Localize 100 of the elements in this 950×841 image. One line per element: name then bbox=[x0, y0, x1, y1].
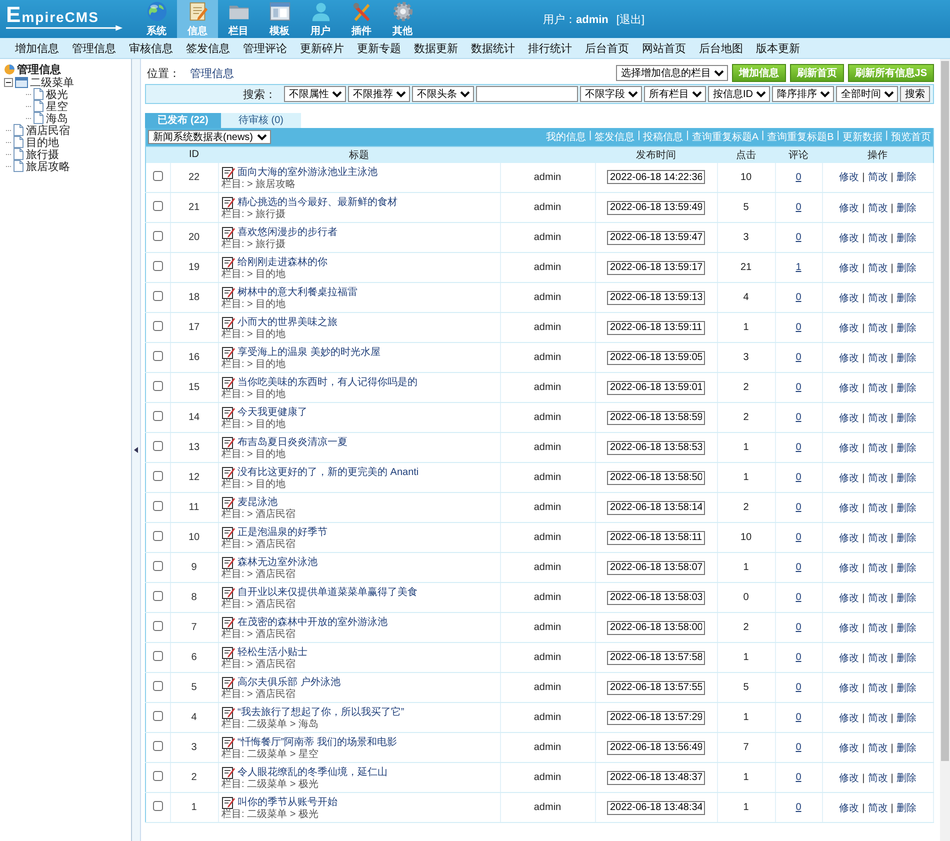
time-field[interactable]: 2022-06-18 13:59:11 bbox=[607, 320, 705, 334]
time-field[interactable]: 2022-06-18 13:57:29 bbox=[607, 710, 705, 724]
action-link[interactable]: 修改 bbox=[839, 772, 860, 784]
menu-link[interactable]: 管理信息 bbox=[72, 40, 116, 56]
time-field[interactable]: 2022-06-18 13:58:53 bbox=[607, 440, 705, 454]
action-link[interactable]: 删除 bbox=[896, 472, 916, 484]
comment-link[interactable]: 0 bbox=[796, 472, 802, 483]
action-link[interactable]: 简改 bbox=[868, 502, 888, 514]
time-field[interactable]: 2022-06-18 13:59:17 bbox=[607, 260, 705, 274]
title-link[interactable]: “忏悔餐厅”阿南蒂 我们的场景和电影 bbox=[238, 735, 397, 749]
action-link[interactable]: 删除 bbox=[896, 712, 916, 724]
comment-link[interactable]: 0 bbox=[796, 532, 802, 543]
action-link[interactable]: 删除 bbox=[896, 262, 916, 274]
action-link[interactable]: 删除 bbox=[896, 352, 916, 364]
time-field[interactable]: 2022-06-18 13:59:47 bbox=[607, 230, 705, 244]
comment-link[interactable]: 0 bbox=[796, 352, 802, 363]
time-field[interactable]: 2022-06-18 13:48:37 bbox=[607, 770, 705, 784]
nav-tab[interactable]: 模板 bbox=[259, 0, 300, 38]
action-link[interactable]: 删除 bbox=[896, 382, 916, 394]
menu-link[interactable]: 版本更新 bbox=[756, 40, 800, 56]
dropdown[interactable]: 不限属性 bbox=[284, 86, 346, 102]
title-link[interactable]: 小而大的世界美味之旅 bbox=[238, 315, 338, 329]
comment-link[interactable]: 0 bbox=[796, 292, 802, 303]
dropdown[interactable]: 按信息ID bbox=[708, 86, 770, 102]
comment-link[interactable]: 0 bbox=[796, 322, 802, 333]
action-link[interactable]: 简改 bbox=[868, 352, 888, 364]
action-link[interactable]: 修改 bbox=[839, 562, 860, 574]
row-checkbox[interactable] bbox=[152, 651, 163, 661]
toggle-icon[interactable] bbox=[4, 78, 13, 86]
comment-link[interactable]: 0 bbox=[796, 502, 802, 513]
action-link[interactable]: 删除 bbox=[896, 412, 916, 424]
tab[interactable]: 待审核 (0) bbox=[221, 113, 301, 128]
nav-tab[interactable]: 插件 bbox=[341, 0, 382, 38]
action-link[interactable]: 删除 bbox=[896, 622, 916, 634]
tree-item[interactable]: 目的地 bbox=[26, 134, 59, 150]
action-link[interactable]: 删除 bbox=[896, 172, 916, 184]
row-checkbox[interactable] bbox=[152, 681, 163, 691]
title-link[interactable]: 今天我更健康了 bbox=[238, 405, 308, 419]
title-link[interactable]: 喜欢悠闲漫步的步行者 bbox=[238, 225, 338, 239]
menu-link[interactable]: 后台首页 bbox=[585, 40, 629, 56]
title-link[interactable]: 精心挑选的当今最好、最新鲜的食材 bbox=[238, 195, 398, 209]
comment-link[interactable]: 0 bbox=[796, 382, 802, 393]
title-link[interactable]: 布吉岛夏日炎炎清凉一夏 bbox=[238, 435, 348, 449]
tree-item[interactable]: 二级菜单 bbox=[30, 74, 74, 90]
action-link[interactable]: 简改 bbox=[868, 682, 888, 694]
action-link[interactable]: 删除 bbox=[896, 292, 916, 304]
action-link[interactable]: 修改 bbox=[839, 232, 860, 244]
time-field[interactable]: 2022-06-18 13:59:49 bbox=[607, 200, 705, 214]
menu-link[interactable]: 数据统计 bbox=[471, 40, 515, 56]
time-field[interactable]: 2022-06-18 13:59:13 bbox=[607, 290, 705, 304]
action-link[interactable]: 修改 bbox=[839, 442, 860, 454]
action-link[interactable]: 修改 bbox=[839, 502, 860, 514]
title-link[interactable]: 树林中的意大利餐桌拉福雷 bbox=[238, 285, 358, 299]
action-link[interactable]: 删除 bbox=[896, 442, 916, 454]
action-link[interactable]: 简改 bbox=[868, 622, 888, 634]
tree-item[interactable]: 极光 bbox=[46, 86, 68, 102]
dropdown[interactable]: 不限推荐 bbox=[348, 86, 410, 102]
scrollbar[interactable] bbox=[940, 59, 950, 841]
comment-link[interactable]: 0 bbox=[796, 412, 802, 423]
action-link[interactable]: 删除 bbox=[896, 802, 916, 814]
time-field[interactable]: 2022-06-18 13:56:49 bbox=[607, 740, 705, 754]
dropdown[interactable]: 不限头条 bbox=[412, 86, 474, 102]
tree-item[interactable]: 旅行摄 bbox=[26, 146, 59, 162]
comment-link[interactable]: 1 bbox=[796, 262, 802, 273]
action-link[interactable]: 简改 bbox=[868, 772, 888, 784]
action-link[interactable]: 修改 bbox=[839, 742, 860, 754]
row-checkbox[interactable] bbox=[152, 321, 163, 331]
comment-link[interactable]: 0 bbox=[796, 172, 802, 183]
time-field[interactable]: 2022-06-18 13:58:07 bbox=[607, 560, 705, 574]
row-checkbox[interactable] bbox=[152, 291, 163, 301]
action-link[interactable]: 简改 bbox=[868, 262, 888, 274]
menu-link[interactable]: 审核信息 bbox=[129, 40, 173, 56]
action-link[interactable]: 修改 bbox=[839, 412, 860, 424]
action-link[interactable]: 修改 bbox=[839, 202, 860, 214]
comment-link[interactable]: 0 bbox=[796, 712, 802, 723]
row-checkbox[interactable] bbox=[152, 261, 163, 271]
title-link[interactable]: 森林无边室外泳池 bbox=[238, 555, 318, 569]
search-field[interactable] bbox=[476, 86, 578, 102]
row-checkbox[interactable] bbox=[152, 501, 163, 511]
row-checkbox[interactable] bbox=[152, 801, 163, 811]
nav-tab[interactable]: 其他 bbox=[382, 0, 423, 38]
title-link[interactable]: “我去旅行了想起了你，所以我买了它” bbox=[238, 705, 404, 719]
row-checkbox[interactable] bbox=[152, 561, 163, 571]
action-link[interactable]: 修改 bbox=[839, 322, 860, 334]
row-checkbox[interactable] bbox=[152, 741, 163, 751]
nav-tab[interactable]: 栏目 bbox=[218, 0, 259, 38]
row-checkbox[interactable] bbox=[152, 711, 163, 721]
title-link[interactable]: 轻松生活小贴士 bbox=[238, 645, 308, 659]
title-link[interactable]: 在茂密的森林中开放的室外游泳池 bbox=[238, 615, 388, 629]
row-checkbox[interactable] bbox=[152, 621, 163, 631]
action-link[interactable]: 修改 bbox=[839, 712, 860, 724]
row-checkbox[interactable] bbox=[152, 771, 163, 781]
logout-link[interactable]: [退出] bbox=[616, 12, 645, 26]
action-link[interactable]: 修改 bbox=[839, 652, 860, 664]
tree-item[interactable]: 星空 bbox=[46, 98, 68, 114]
time-field[interactable]: 2022-06-18 13:58:59 bbox=[607, 410, 705, 424]
action-link[interactable]: 删除 bbox=[896, 202, 916, 214]
row-checkbox[interactable] bbox=[152, 411, 163, 421]
action-link[interactable]: 修改 bbox=[839, 592, 860, 604]
action-link[interactable]: 修改 bbox=[839, 292, 860, 304]
